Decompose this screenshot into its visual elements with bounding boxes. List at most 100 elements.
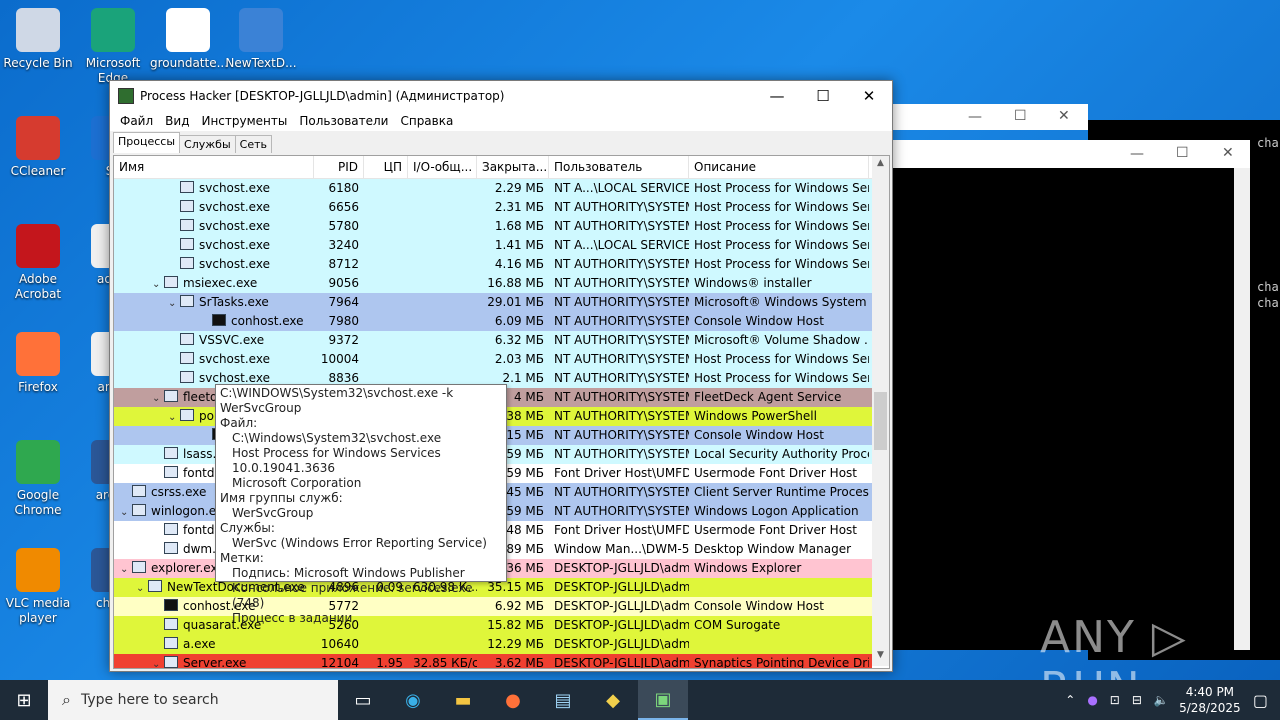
process-row[interactable]: VSSVC.exe 9372 6.32 МБ NT AUTHORITY\SYSTEM M… [114, 331, 872, 350]
scroll-up-icon[interactable]: ▲ [872, 158, 889, 174]
process-row[interactable]: ⌄ Server.exe 12104 1.95 32.85 КБ/с 3.62 МБ DES… [114, 654, 872, 668]
expand-chevron-icon[interactable]: ⌄ [120, 564, 132, 575]
menu-view[interactable]: Вид [159, 114, 195, 128]
close-icon[interactable]: ✕ [1222, 145, 1234, 161]
expand-chevron-icon[interactable]: ⌄ [168, 412, 180, 423]
process-row[interactable]: svchost.exe 6180 2.29 МБ NT A...\LOCAL SERV… [114, 179, 872, 198]
network-icon[interactable]: ⊟ [1126, 693, 1148, 707]
minimize-button[interactable]: — [754, 81, 800, 111]
maximize-button[interactable]: ☐ [800, 81, 846, 111]
task-view-button[interactable]: ▭ [338, 680, 388, 720]
desktop-icon[interactable]: groundatte... [150, 8, 228, 71]
cell-desc: Host Process for Windows Ser... [694, 371, 869, 385]
expand-chevron-icon[interactable]: ⌄ [168, 298, 180, 309]
process-row[interactable]: svchost.exe 10004 2.03 МБ NT AUTHORITY\SYST… [114, 350, 872, 369]
desktop-icon[interactable]: CCleaner [0, 116, 76, 179]
column-name[interactable]: Имя [114, 156, 314, 178]
menu-help[interactable]: Справка [394, 114, 459, 128]
volume-icon[interactable]: 🔈 [1148, 693, 1175, 707]
cell-io [408, 274, 477, 293]
close-icon[interactable]: ✕ [1058, 108, 1070, 124]
process-row[interactable]: svchost.exe 5780 1.68 МБ NT AUTHORITY\SYSTE… [114, 217, 872, 236]
scroll-thumb[interactable] [874, 392, 887, 450]
titlebar[interactable]: Process Hacker [DESKTOP-JGLLJLD\admin] (… [110, 81, 892, 111]
start-button[interactable]: ⊞ [0, 680, 48, 720]
edge-icon: ◉ [405, 689, 421, 711]
column-cpu[interactable]: ЦП [364, 156, 408, 178]
column-user[interactable]: Пользователь [549, 156, 689, 178]
cell-pid: 5780 [328, 219, 359, 233]
background-window-titlebar[interactable]: — ☐ ✕ [890, 104, 1088, 130]
tab-processes[interactable]: Процессы [113, 132, 181, 153]
vertical-scrollbar[interactable]: ▲ ▼ [872, 156, 889, 666]
desktop-icon[interactable]: Microsoft Edge [75, 8, 151, 86]
console-body[interactable] [890, 168, 1250, 650]
taskbar-process-hacker[interactable]: ▣ [638, 680, 688, 720]
menu-users[interactable]: Пользователи [293, 114, 394, 128]
expand-chevron-icon[interactable]: ⌄ [136, 583, 148, 594]
console-titlebar[interactable]: — ☐ ✕ [890, 140, 1250, 168]
maximize-icon[interactable]: ☐ [1176, 145, 1189, 161]
process-name: a.exe [183, 637, 216, 651]
desktop-icon-label: Adobe Acrobat [14, 272, 62, 301]
expand-chevron-icon[interactable]: ⌄ [152, 659, 164, 668]
desktop-icon[interactable]: Recycle Bin [0, 8, 76, 71]
process-row[interactable]: ⌄ SrTasks.exe 7964 29.01 МБ NT AUTHORITY\SYS… [114, 293, 872, 312]
cell-desc: COM Surogate [694, 618, 781, 632]
close-button[interactable]: ✕ [846, 81, 892, 111]
column-io[interactable]: I/O-общ... [408, 156, 477, 178]
desktop-icon[interactable]: Google Chrome [0, 440, 76, 518]
minimize-icon[interactable]: — [1130, 146, 1144, 162]
cell-name: svchost.exe [114, 255, 314, 274]
taskbar-notepad[interactable]: ▤ [538, 680, 588, 720]
cell-name: svchost.exe [114, 236, 314, 255]
process-row[interactable]: a.exe 10640 12.29 МБ DESKTOP-JGLLJLD\admi [114, 635, 872, 654]
desktop-icon-label: Recycle Bin [3, 56, 73, 70]
desktop-icon[interactable]: Firefox [0, 332, 76, 395]
clock[interactable]: 4:40 PM 5/28/2025 [1175, 684, 1245, 716]
column-private-bytes[interactable]: Закрыта... [477, 156, 549, 178]
minimize-icon[interactable]: — [968, 109, 982, 125]
tooltip-line: Подпись: Microsoft Windows Publisher [232, 566, 465, 580]
scroll-down-icon[interactable]: ▼ [872, 650, 889, 666]
cell-desc: Host Process for Windows Ser... [694, 352, 869, 366]
tooltip-line: Консольное приложение: services.exe (748… [232, 581, 473, 610]
maximize-icon[interactable]: ☐ [1014, 108, 1027, 124]
column-pid[interactable]: PID [314, 156, 364, 178]
expand-chevron-icon[interactable]: ⌄ [120, 507, 132, 518]
process-row[interactable]: svchost.exe 8712 4.16 МБ NT AUTHORITY\SYSTE… [114, 255, 872, 274]
process-row[interactable]: ⌄ msiexec.exe 9056 16.88 МБ NT AUTHORITY\SYS… [114, 274, 872, 293]
menu-file[interactable]: Файл [114, 114, 159, 128]
column-description[interactable]: Описание [689, 156, 869, 178]
app-icon [16, 224, 60, 268]
tab-services[interactable]: Службы [179, 135, 236, 153]
desktop-icon[interactable]: VLC media player [0, 548, 76, 626]
desktop-icon[interactable]: NewTextD... [223, 8, 299, 71]
process-row[interactable]: svchost.exe 3240 1.41 МБ NT A...\LOCAL SERV… [114, 236, 872, 255]
notifications-icon[interactable]: ▢ [1245, 691, 1280, 710]
expand-chevron-icon[interactable]: ⌄ [152, 393, 164, 404]
cell-name: a.exe [114, 635, 314, 654]
process-row[interactable]: conhost.exe 7980 6.09 МБ NT AUTHORITY\SYSTE… [114, 312, 872, 331]
expand-chevron-icon[interactable]: ⌄ [152, 279, 164, 290]
process-icon [180, 257, 194, 269]
cell-user: NT AUTHORITY\SYSTEM [554, 504, 689, 518]
cell-user: Font Driver Host\UMFD- [554, 466, 689, 480]
taskbar-explorer[interactable]: ▬ [438, 680, 488, 720]
taskbar-python[interactable]: ◆ [588, 680, 638, 720]
process-row[interactable]: svchost.exe 6656 2.31 МБ NT AUTHORITY\SYSTE… [114, 198, 872, 217]
tray-app-icon[interactable]: ● [1081, 693, 1103, 707]
chevron-up-icon[interactable]: ⌃ [1059, 693, 1081, 707]
tab-network[interactable]: Сеть [234, 135, 272, 153]
search-box[interactable]: ⌕ Type here to search [48, 680, 338, 720]
app-icon [16, 548, 60, 592]
taskbar-edge[interactable]: ◉ [388, 680, 438, 720]
desktop-icon[interactable]: Adobe Acrobat [0, 224, 76, 302]
tray-device-icon[interactable]: ⊡ [1104, 693, 1126, 707]
folder-icon: ▬ [454, 689, 472, 711]
taskbar-firefox[interactable]: ● [488, 680, 538, 720]
cell-user: NT A...\LOCAL SERVICE [554, 181, 689, 195]
menu-tools[interactable]: Инструменты [195, 114, 293, 128]
cell-desc: Host Process for Windows Ser... [694, 219, 869, 233]
console-scrollbar[interactable] [1234, 168, 1250, 650]
